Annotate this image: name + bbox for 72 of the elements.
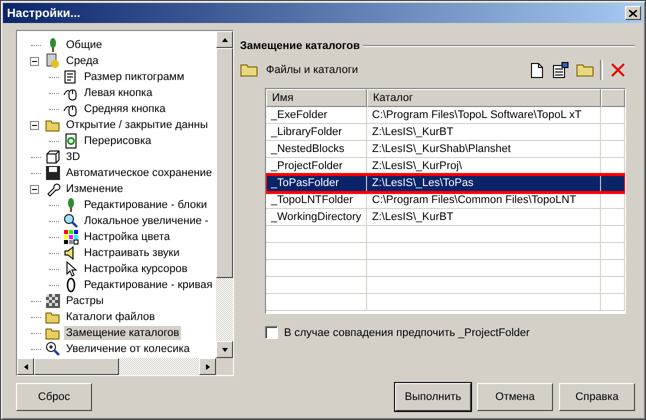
horizontal-scrollbar[interactable] bbox=[17, 358, 216, 375]
window-title: Настройки... bbox=[7, 6, 80, 20]
checkbox-label: В случае совпадения предпочить _ProjectFolder bbox=[284, 326, 530, 338]
dialog-button[interactable]: Справка bbox=[559, 383, 635, 411]
table-row[interactable]: _ToPasFolder Z:\LesIS\_Les\ToPas bbox=[266, 175, 625, 192]
tree-item[interactable]: Настройка курсоров bbox=[82, 262, 190, 276]
tree-item[interactable]: Открытие / закрытие данны bbox=[64, 118, 210, 132]
section-label: Файлы и каталоги bbox=[266, 64, 358, 76]
right-arrow-icon bbox=[204, 362, 212, 370]
cube-icon bbox=[45, 149, 61, 165]
column-header[interactable]: Каталог bbox=[367, 89, 601, 107]
column-header[interactable]: Имя bbox=[266, 89, 367, 107]
checkered-icon bbox=[45, 293, 61, 309]
close-icon bbox=[629, 10, 637, 16]
collapse-toggle[interactable] bbox=[30, 56, 38, 66]
scroll-thumb[interactable] bbox=[34, 358, 119, 375]
close-button[interactable] bbox=[625, 6, 641, 20]
tree-item[interactable]: Общие bbox=[64, 38, 104, 52]
tree-item[interactable]: Настраивать звуки bbox=[82, 246, 182, 260]
table-cell: _WorkingDirectory bbox=[266, 209, 367, 226]
scrollbar-corner bbox=[216, 358, 233, 375]
tree-item[interactable]: Растры bbox=[64, 294, 106, 308]
tree-item[interactable]: Локальное увеличение - bbox=[82, 214, 210, 228]
delete-button[interactable] bbox=[609, 61, 627, 79]
tree-item[interactable]: Настройка цвета bbox=[82, 230, 172, 244]
left-arrow-icon bbox=[22, 362, 30, 370]
vertical-scrollbar[interactable] bbox=[216, 31, 233, 358]
tree-item[interactable]: Размер пиктограмм bbox=[82, 70, 186, 84]
table-row[interactable]: _NestedBlocks Z:\LesIS\_KurShab\Planshet bbox=[266, 141, 625, 158]
scroll-thumb[interactable] bbox=[216, 48, 233, 278]
zoom-icon bbox=[45, 341, 61, 357]
scroll-left-button[interactable] bbox=[17, 358, 34, 375]
minus-icon bbox=[32, 122, 36, 128]
magnifier-icon bbox=[63, 213, 79, 229]
table-row[interactable]: _LibraryFolder Z:\LesIS\_KurBT bbox=[266, 124, 625, 141]
properties-button[interactable] bbox=[552, 61, 570, 79]
tree-item[interactable]: Левая кнопка bbox=[82, 86, 154, 100]
dialog-button[interactable]: Сброс bbox=[16, 383, 92, 411]
collapse-toggle[interactable] bbox=[30, 120, 38, 130]
down-arrow-icon bbox=[220, 346, 228, 354]
tree-item[interactable]: Редактирование - блоки bbox=[82, 198, 209, 212]
minus-icon bbox=[32, 186, 36, 192]
table-row[interactable]: _WorkingDirectory Z:\LesIS\_KurBT bbox=[266, 209, 625, 226]
table-cell: Z:\LesIS\_Les\ToPas bbox=[367, 175, 601, 192]
table-cell: _ToPasFolder bbox=[266, 175, 367, 192]
group-title: Замещение каталогов bbox=[240, 40, 360, 52]
table-cell: Z:\LesIS\_KurBT bbox=[367, 209, 601, 226]
tree-item[interactable]: Перерисовка bbox=[82, 134, 154, 148]
tree-item[interactable]: Автоматическое сохранение bbox=[64, 166, 214, 180]
tree-item[interactable]: Среда bbox=[64, 54, 100, 68]
folder-icon bbox=[240, 63, 258, 77]
dialog-button[interactable]: Выполнить bbox=[395, 383, 471, 411]
scroll-up-button[interactable] bbox=[216, 31, 233, 48]
table-row[interactable]: _ExeFolder C:\Program Files\TopoL Software\TopoL xT bbox=[266, 107, 625, 124]
tree-item[interactable]: Редактирование - кривая bbox=[82, 278, 214, 292]
tree-item[interactable]: Изменение bbox=[64, 182, 126, 196]
wrench-icon bbox=[45, 181, 61, 197]
checkbox[interactable] bbox=[265, 326, 278, 339]
scroll-right-button[interactable] bbox=[199, 358, 216, 375]
tree-item[interactable]: Средняя кнопка bbox=[82, 102, 168, 116]
document-icon bbox=[63, 133, 79, 149]
scroll-down-button[interactable] bbox=[216, 341, 233, 358]
collapse-toggle[interactable] bbox=[30, 184, 38, 194]
minus-icon bbox=[32, 58, 36, 64]
dialog-button[interactable]: Отмена bbox=[477, 383, 553, 411]
color-grid-icon bbox=[63, 229, 79, 245]
new-document-button[interactable] bbox=[528, 61, 546, 79]
up-arrow-icon bbox=[220, 36, 228, 44]
tree-item[interactable]: 3D bbox=[64, 150, 82, 164]
tree-item[interactable]: Увеличение от колесика bbox=[64, 342, 192, 356]
tree-item[interactable]: Замещение каталогов bbox=[64, 326, 182, 340]
tree-item[interactable]: Каталоги файлов bbox=[64, 310, 158, 324]
